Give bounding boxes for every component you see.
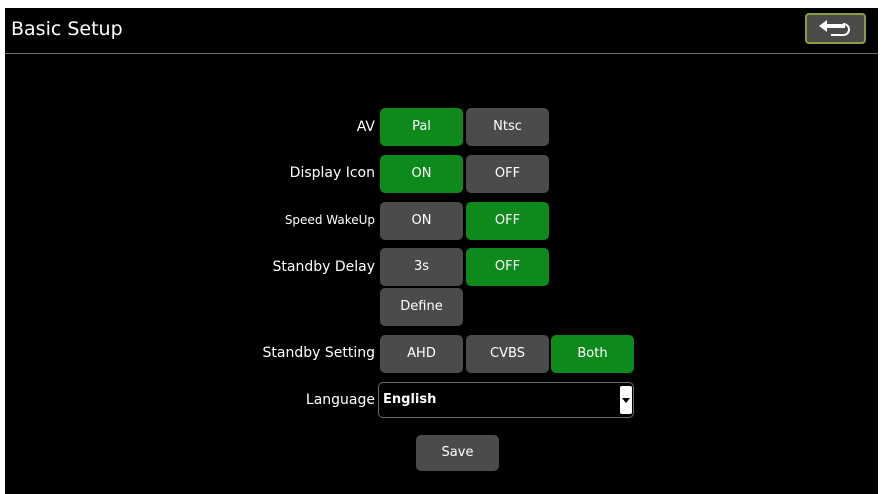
standby-setting-both-button[interactable]: Both: [551, 335, 634, 373]
screen: Basic Setup AV Pal Ntsc Display Icon ON …: [5, 8, 878, 494]
language-label: Language: [305, 392, 375, 408]
speed-wakeup-label: Speed WakeUp: [284, 213, 375, 227]
av-pal-button[interactable]: Pal: [380, 108, 463, 146]
standby-setting-ahd-button[interactable]: AHD: [380, 335, 463, 373]
back-arrow-icon: [819, 20, 850, 36]
standby-delay-label: Standby Delay: [272, 259, 375, 275]
language-value: English: [383, 392, 437, 407]
display-icon-label: Display Icon: [289, 165, 375, 181]
display-icon-off-button[interactable]: OFF: [466, 155, 549, 193]
standby-delay-off-button[interactable]: OFF: [466, 248, 549, 286]
speed-wakeup-on-button[interactable]: ON: [380, 202, 463, 240]
av-ntsc-button[interactable]: Ntsc: [466, 108, 549, 146]
title-bar: Basic Setup: [5, 8, 878, 54]
standby-setting-cvbs-button[interactable]: CVBS: [466, 335, 549, 373]
standby-delay-define-button[interactable]: Define: [380, 288, 463, 326]
language-select[interactable]: English: [378, 382, 634, 418]
dropdown-arrow-icon[interactable]: [620, 386, 632, 414]
av-label: AV: [356, 119, 375, 135]
page-title: Basic Setup: [11, 18, 123, 40]
standby-delay-3s-button[interactable]: 3s: [380, 248, 463, 286]
back-button[interactable]: [805, 13, 866, 44]
save-button[interactable]: Save: [416, 435, 499, 471]
display-icon-on-button[interactable]: ON: [380, 155, 463, 193]
speed-wakeup-off-button[interactable]: OFF: [466, 202, 549, 240]
standby-setting-label: Standby Setting: [262, 345, 375, 361]
